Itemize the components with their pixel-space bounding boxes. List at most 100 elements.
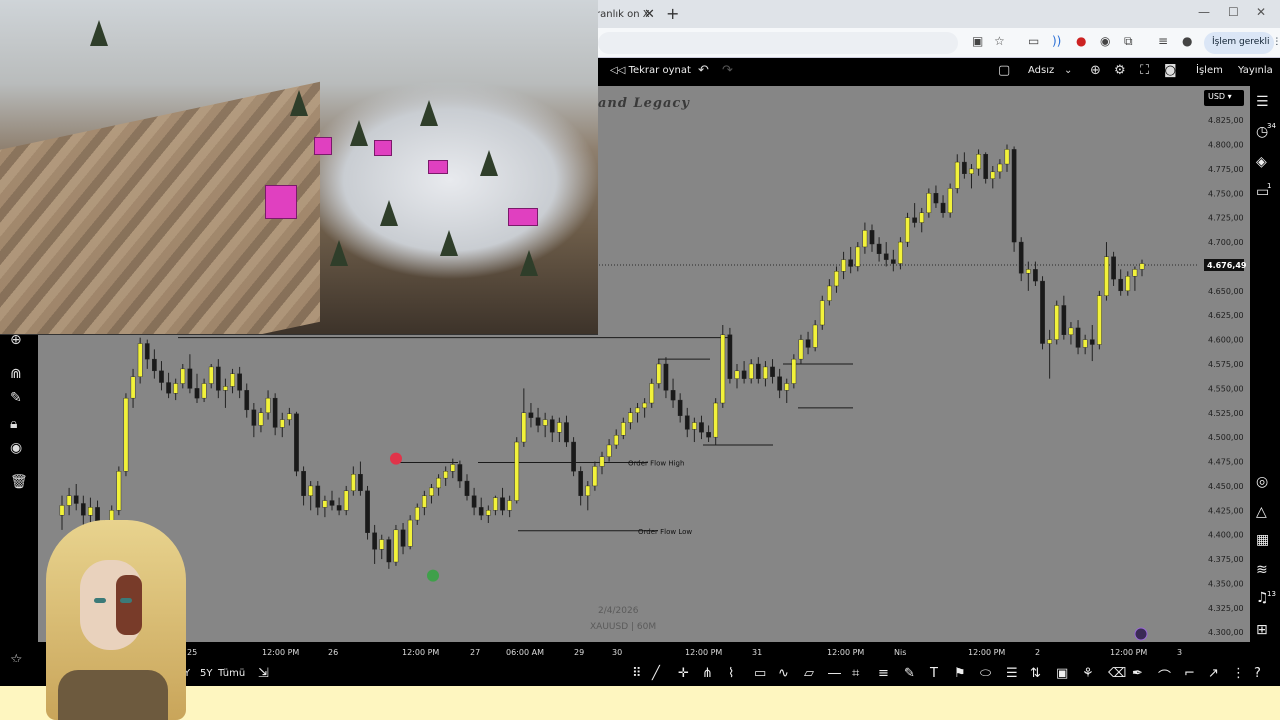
pencil-lock-icon[interactable]: ✎	[10, 390, 22, 406]
camera-icon[interactable]: ◙	[1164, 63, 1177, 78]
extension-red-icon[interactable]: ●	[1076, 34, 1086, 48]
candle-body	[336, 505, 342, 511]
timeframe-5y[interactable]: 5Y	[200, 668, 212, 679]
publish-button[interactable]: Yayınla	[1238, 65, 1273, 76]
list-icon[interactable]: ☰	[1006, 666, 1018, 681]
currency-select[interactable]: USD ▾	[1204, 90, 1244, 106]
candle-body	[890, 259, 896, 264]
eye-icon[interactable]: ◉	[10, 440, 22, 456]
trade-button[interactable]: İşlem	[1196, 65, 1223, 76]
zoom-search-icon[interactable]: ⊕	[1090, 63, 1101, 78]
browser-tab[interactable]: ranlık on X ✕ +	[586, 4, 686, 28]
text-icon[interactable]: T	[930, 666, 938, 681]
target-icon[interactable]: ◎	[1256, 474, 1268, 490]
brush-icon[interactable]: ✎	[904, 666, 915, 681]
candle-body	[798, 339, 804, 360]
candle-body	[464, 480, 470, 496]
extensions-puzzle-icon[interactable]: ⧉	[1124, 34, 1133, 49]
clipboard-icon[interactable]: ▣	[972, 34, 983, 48]
trash-icon[interactable]: 🗑︎	[10, 474, 28, 490]
media-queue-icon[interactable]: ≡	[1158, 34, 1168, 48]
tree	[290, 90, 308, 116]
settings-gear-icon[interactable]: ⚙	[1114, 63, 1126, 78]
kebab-menu-icon[interactable]: ⋮	[1270, 37, 1280, 47]
broadcast-icon[interactable]: ≋	[1256, 562, 1268, 578]
eraser-icon[interactable]: ⌫	[1108, 666, 1126, 681]
layout-name[interactable]: Adsız	[1028, 65, 1054, 76]
magnet-icon[interactable]: ⋒	[10, 366, 22, 382]
timeframe-all[interactable]: Tümü	[218, 668, 245, 679]
candle-body	[954, 161, 960, 189]
extension-screen-icon[interactable]: ▭	[1028, 34, 1039, 48]
path-icon[interactable]: ⌐	[1184, 666, 1195, 681]
game-video-overlay[interactable]	[0, 0, 598, 335]
callout-icon[interactable]: ▱	[804, 666, 814, 681]
candle-body	[294, 413, 299, 472]
bookmark-star-icon[interactable]: ☆	[994, 34, 1005, 48]
date-range-icon[interactable]: ⇲	[258, 666, 269, 681]
candle-body	[180, 368, 186, 384]
ruler-icon[interactable]: ≡	[878, 666, 889, 681]
redo-icon[interactable]: ↷	[722, 63, 733, 78]
chevron-down-icon[interactable]: ⌄	[1064, 65, 1072, 76]
candle-body	[485, 510, 491, 516]
drag-handle-icon[interactable]: ⠿	[632, 666, 642, 681]
calendar-icon[interactable]: ▦	[1256, 532, 1269, 548]
image-icon[interactable]: ▣	[1056, 666, 1068, 681]
replay-button[interactable]: ◁◁ Tekrar oynat	[610, 65, 691, 76]
candle-body	[613, 435, 619, 446]
apps-grid-icon[interactable]: ⊞	[1256, 622, 1268, 638]
curve-icon[interactable]: ⌒	[1158, 666, 1171, 685]
fullscreen-icon[interactable]: ⛶	[1140, 63, 1149, 78]
candle-body	[656, 363, 662, 384]
maximize-icon[interactable]: ☐	[1228, 5, 1239, 19]
fib-icon[interactable]: ⌇	[728, 666, 734, 681]
pen-icon[interactable]: ✒	[1132, 666, 1143, 681]
candle-body	[549, 419, 555, 433]
candle-body	[620, 422, 626, 436]
candle-body	[73, 495, 79, 504]
time-axis[interactable]: 25 12:00 PM 26 12:00 PM 27 06:00 AM 29 30 12:00 …	[38, 642, 1250, 662]
projection-icon[interactable]: ⌗	[852, 666, 859, 681]
rectangle-icon[interactable]: ▭	[754, 666, 766, 681]
candle-body	[571, 441, 576, 472]
candle-body	[848, 259, 854, 267]
layers-icon[interactable]: ◈	[1256, 154, 1267, 170]
candle-body	[606, 444, 612, 457]
new-tab-button[interactable]: +	[666, 4, 679, 23]
minimize-icon[interactable]: —	[1198, 5, 1210, 19]
more-icon[interactable]: ⋮	[1232, 666, 1245, 681]
undo-icon[interactable]: ↶	[698, 63, 709, 78]
arrow-icon[interactable]: ↗	[1208, 666, 1219, 681]
avatar-scar	[116, 575, 142, 635]
profile-avatar-icon[interactable]: ●	[1182, 34, 1192, 48]
flag-icon[interactable]: ⚑	[954, 666, 966, 681]
candle-body	[713, 402, 719, 438]
node-icon[interactable]: ⚘	[1082, 666, 1094, 681]
crosshair-icon[interactable]: ✛	[678, 666, 689, 681]
candle-body	[66, 495, 72, 506]
anchor-icon[interactable]: ⇅	[1030, 666, 1041, 681]
watchlist-icon[interactable]: ☰	[1256, 94, 1269, 110]
tab-close-icon[interactable]: ✕	[644, 7, 655, 22]
marker-house	[508, 208, 538, 226]
candle-body	[876, 243, 882, 254]
layout-square-icon[interactable]: ▢	[998, 63, 1010, 78]
lock-icon[interactable]: 🔒︎	[10, 416, 17, 432]
trendline-icon[interactable]: ╱	[652, 666, 660, 681]
extension-audio-icon[interactable]: ))	[1052, 34, 1061, 48]
chart-watermark-date: 2/4/2026	[598, 606, 639, 616]
help-icon[interactable]: ?	[1254, 666, 1261, 681]
candle-body	[358, 474, 363, 492]
pattern-icon[interactable]: ∿	[778, 666, 789, 681]
url-input[interactable]	[598, 32, 958, 54]
extension-mask-icon[interactable]: ◉	[1100, 34, 1110, 48]
pitchfork-icon[interactable]: ⋔	[702, 666, 713, 681]
action-required-button[interactable]: İşlem gerekli ⋮	[1204, 32, 1280, 54]
candle-body	[194, 388, 200, 399]
window-close-icon[interactable]: ✕	[1256, 5, 1266, 19]
horizontal-line-icon[interactable]: ―	[828, 666, 841, 681]
triangle-icon[interactable]: △	[1256, 504, 1267, 520]
shape-icon[interactable]: ⬭	[980, 666, 991, 681]
tree	[520, 250, 538, 276]
